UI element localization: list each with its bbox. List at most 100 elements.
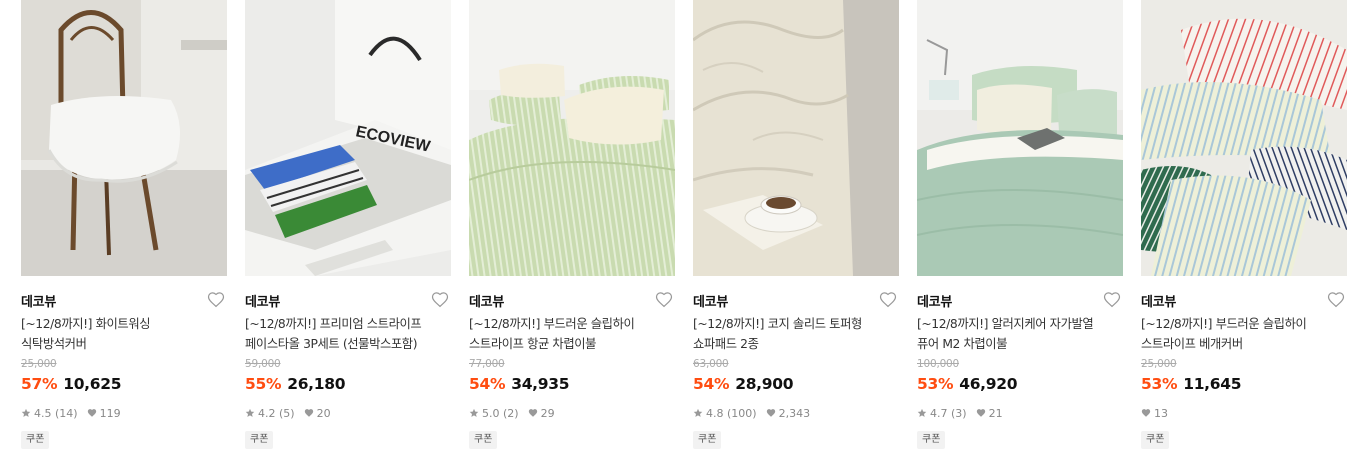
sale-price: 46,920	[959, 375, 1018, 393]
product-card[interactable]: ECOVIEW 데코뷰 [~12/8까지!] 프리미엄 스트라이프 페이스타올 …	[245, 0, 451, 472]
rating-value: 5.0	[482, 406, 500, 420]
brand-row: 데코뷰	[693, 290, 899, 310]
product-stats: 5.0 (2) 29	[469, 405, 564, 421]
brand-row: 데코뷰	[1141, 290, 1347, 310]
original-price: 25,000	[1141, 358, 1177, 370]
product-image[interactable]	[693, 0, 899, 276]
heart-filled-icon	[1141, 409, 1151, 417]
likes: 29	[528, 407, 555, 420]
product-title[interactable]: [~12/8까지!] 부드러운 슬립하이 스트라이프 항균 차렵이불	[469, 314, 675, 354]
review-count: (14)	[55, 406, 78, 420]
product-stats: 4.5 (14) 119	[21, 405, 130, 421]
sale-price: 26,180	[287, 375, 346, 393]
likes: 2,343	[766, 406, 811, 420]
review-count: (2)	[503, 406, 519, 420]
likes: 13	[1141, 407, 1168, 420]
price-row: 57% 10,625	[21, 374, 122, 396]
product-title[interactable]: [~12/8까지!] 코지 솔리드 토퍼형 쇼파패드 2종	[693, 314, 899, 354]
product-stats: 4.2 (5) 20	[245, 405, 340, 421]
coupon-badge: 쿠폰	[469, 431, 498, 449]
brand-name[interactable]: 데코뷰	[469, 291, 504, 310]
title-line: 퓨어 M2 차렵이불	[917, 337, 1008, 351]
product-title[interactable]: [~12/8까지!] 화이트워싱 식탁방석커버	[21, 314, 227, 354]
rating: 4.8 (100)	[693, 407, 757, 420]
title-line: 식탁방석커버	[21, 337, 87, 351]
brand-row: 데코뷰	[469, 290, 675, 310]
product-title[interactable]: [~12/8까지!] 알러지케어 자가발열 퓨어 M2 차렵이불	[917, 314, 1123, 354]
like-count: 29	[540, 406, 555, 420]
review-count: (100)	[727, 406, 757, 420]
product-card[interactable]: 데코뷰 [~12/8까지!] 화이트워싱 식탁방석커버 25,000 57% 10…	[21, 0, 227, 472]
star-icon	[917, 408, 927, 417]
rating: 4.5 (14)	[21, 407, 78, 420]
price-row: 54% 34,935	[469, 374, 570, 396]
rating-value: 4.7	[930, 406, 948, 420]
brand-row: 데코뷰	[21, 290, 227, 310]
product-stats: 4.7 (3) 21	[917, 405, 1012, 421]
wishlist-heart-icon[interactable]	[207, 291, 225, 309]
coupon-badge: 쿠폰	[21, 431, 50, 449]
star-icon	[693, 408, 703, 417]
product-card[interactable]: 데코뷰 [~12/8까지!] 알러지케어 자가발열 퓨어 M2 차렵이불 100…	[917, 0, 1123, 472]
coupon-badge: 쿠폰	[693, 431, 722, 449]
rating: 5.0 (2)	[469, 407, 519, 420]
star-icon	[469, 408, 479, 417]
discount-rate: 53%	[1141, 375, 1178, 393]
brand-row: 데코뷰	[245, 290, 451, 310]
discount-rate: 54%	[469, 375, 506, 393]
review-count: (3)	[951, 406, 967, 420]
brand-row: 데코뷰	[917, 290, 1123, 310]
title-line: 페이스타올 3P세트 (선물박스포함)	[245, 337, 418, 351]
product-card[interactable]: 데코뷰 [~12/8까지!] 코지 솔리드 토퍼형 쇼파패드 2종 63,000…	[693, 0, 899, 472]
product-card[interactable]: 데코뷰 [~12/8까지!] 부드러운 슬립하이 스트라이프 항균 차렵이불 7…	[469, 0, 675, 472]
like-count: 20	[316, 406, 331, 420]
likes: 20	[304, 407, 331, 420]
price-row: 53% 11,645	[1141, 374, 1242, 396]
likes: 21	[976, 407, 1003, 420]
original-price: 25,000	[21, 358, 57, 370]
rating-value: 4.5	[34, 406, 52, 420]
title-line: [~12/8까지!] 프리미엄 스트라이프	[245, 317, 422, 331]
like-count: 21	[988, 406, 1003, 420]
product-title[interactable]: [~12/8까지!] 부드러운 슬립하이 스트라이프 베개커버	[1141, 314, 1347, 354]
brand-name[interactable]: 데코뷰	[1141, 291, 1176, 310]
wishlist-heart-icon[interactable]	[655, 291, 673, 309]
rating-value: 4.2	[258, 406, 276, 420]
title-line: [~12/8까지!] 알러지케어 자가발열	[917, 317, 1094, 331]
brand-name[interactable]: 데코뷰	[917, 291, 952, 310]
like-count: 119	[99, 406, 121, 420]
product-image[interactable]	[469, 0, 675, 276]
sale-price: 10,625	[63, 375, 122, 393]
product-title[interactable]: [~12/8까지!] 프리미엄 스트라이프 페이스타올 3P세트 (선물박스포함…	[245, 314, 451, 354]
wishlist-heart-icon[interactable]	[879, 291, 897, 309]
brand-name[interactable]: 데코뷰	[245, 291, 280, 310]
title-line: [~12/8까지!] 코지 솔리드 토퍼형	[693, 317, 862, 331]
title-line: [~12/8까지!] 부드러운 슬립하이	[1141, 317, 1307, 331]
product-image[interactable]	[917, 0, 1123, 276]
wishlist-heart-icon[interactable]	[1103, 291, 1121, 309]
price-row: 54% 28,900	[693, 374, 794, 396]
original-price: 63,000	[693, 358, 729, 370]
brand-name[interactable]: 데코뷰	[693, 291, 728, 310]
brand-name[interactable]: 데코뷰	[21, 291, 56, 310]
product-image[interactable]	[1141, 0, 1347, 276]
product-image[interactable]	[21, 0, 227, 276]
star-icon	[21, 408, 31, 417]
product-card[interactable]: 데코뷰 [~12/8까지!] 부드러운 슬립하이 스트라이프 베개커버 25,0…	[1141, 0, 1347, 472]
title-line: [~12/8까지!] 부드러운 슬립하이	[469, 317, 635, 331]
product-image[interactable]: ECOVIEW	[245, 0, 451, 276]
discount-rate: 54%	[693, 375, 730, 393]
wishlist-heart-icon[interactable]	[1327, 291, 1345, 309]
rating-value: 4.8	[706, 406, 724, 420]
product-grid: 데코뷰 [~12/8까지!] 화이트워싱 식탁방석커버 25,000 57% 10…	[0, 0, 1352, 472]
like-count: 2,343	[778, 406, 811, 420]
heart-filled-icon	[304, 409, 313, 417]
original-price: 59,000	[245, 358, 281, 370]
discount-rate: 55%	[245, 375, 282, 393]
heart-filled-icon	[528, 409, 537, 417]
star-icon	[245, 408, 255, 417]
coupon-badge: 쿠폰	[1141, 431, 1170, 449]
title-line: [~12/8까지!] 화이트워싱	[21, 317, 151, 331]
rating: 4.2 (5)	[245, 407, 295, 420]
wishlist-heart-icon[interactable]	[431, 291, 449, 309]
